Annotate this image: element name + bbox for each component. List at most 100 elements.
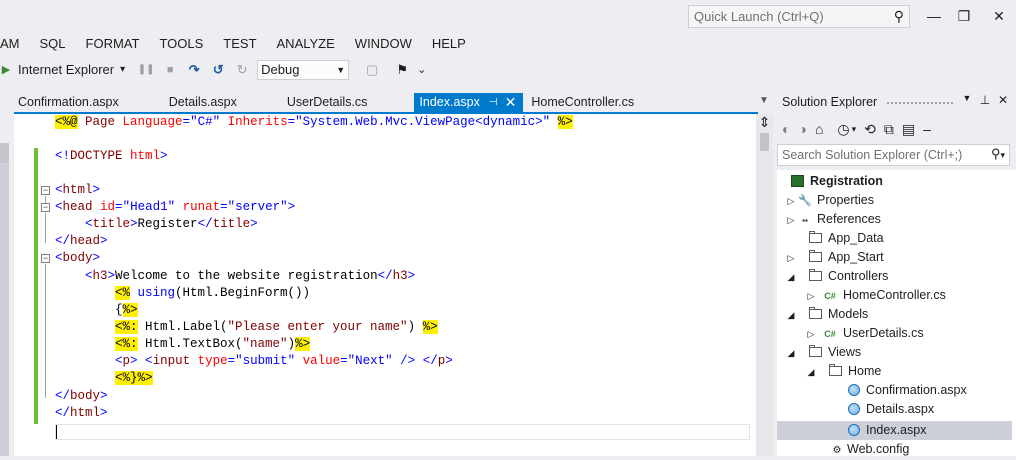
code-punct: < [55,183,63,197]
step-back-icon[interactable]: ↺ [209,59,227,81]
tree-item-controllers[interactable]: ◢ Controllers [785,267,888,286]
pin-icon[interactable]: ⊥ [976,93,994,107]
left-dock-tab[interactable] [0,143,9,163]
close-icon[interactable]: ✕ [505,93,517,112]
fold-toggle-head[interactable]: − [41,203,50,212]
tree-item-views[interactable]: ◢ Views [785,343,861,362]
collapse-icon[interactable]: ◢ [785,268,797,287]
history-icon[interactable]: ◷ [837,121,849,138]
tab-index-aspx[interactable]: Index.aspx ⊣ ✕ [414,93,524,112]
run-target-dropdown-icon[interactable]: ▾ [120,59,125,81]
tab-confirmation-aspx[interactable]: Confirmation.aspx [18,93,119,112]
tree-item-models[interactable]: ◢ Models [785,305,868,324]
tree-item-app-data[interactable]: App_Data [809,229,884,248]
menu-bar: AM SQL FORMAT TOOLS TEST ANALYZE WINDOW … [0,33,476,55]
collapse-icon[interactable]: ◢ [805,363,817,382]
tree-item-details[interactable]: Details.aspx [848,400,934,419]
stop-icon[interactable]: ■ [161,59,179,81]
tree-item-app-start[interactable]: ▷ App_Start [785,248,884,267]
menu-tools[interactable]: TOOLS [149,33,213,55]
split-editor-handle-icon[interactable]: ⇕ [756,114,773,130]
home-icon[interactable]: ⌂ [815,121,823,137]
menu-window[interactable]: WINDOW [345,33,422,55]
back-icon[interactable]: ◐ [782,121,790,137]
cs-code: ) [287,337,296,351]
tab-homecontroller-cs[interactable]: HomeController.cs [531,93,634,112]
attr-name: runat [175,200,221,214]
restart-icon[interactable]: ↻ [233,59,251,81]
tree-item-userdetails[interactable]: ▷ C# UserDetails.cs [805,324,924,343]
tree-item-web-config[interactable]: ⚙ Web.config [829,440,910,459]
quick-launch-box[interactable]: ⚲ [688,5,910,28]
run-target-button[interactable]: Internet Explorer [18,59,114,81]
search-icon[interactable]: ⚲▾ [991,146,1005,162]
tree-item-confirmation[interactable]: Confirmation.aspx [848,381,967,400]
tree-item-label: Details.aspx [866,402,935,416]
tree-item-home[interactable]: ◢ Home [805,362,881,381]
scrollbar-thumb[interactable] [760,133,769,151]
menu-test[interactable]: TEST [213,33,266,55]
code-line-17: </body> [55,388,108,405]
solution-explorer-search[interactable]: ⚲▾ [777,144,1010,166]
tree-item-registration[interactable]: Registration [791,172,883,191]
collapse-icon[interactable]: ◢ [785,344,797,363]
history-dropdown-icon[interactable]: ▾ [852,124,857,135]
solution-explorer-search-input[interactable] [778,145,982,165]
window-position-dropdown-icon[interactable]: ▼ [958,93,976,107]
asp-delimiter: %> [122,303,138,317]
expand-icon[interactable]: ▷ [785,192,797,211]
close-icon[interactable]: ✕ [994,93,1012,107]
tab-label: Index.aspx [419,95,480,109]
toolbar-overflow-icon[interactable]: ⌄ [417,59,426,81]
tree-item-references[interactable]: ▷ ▪▪ References [785,210,881,229]
menu-sql[interactable]: SQL [30,33,76,55]
pin-icon[interactable]: ⊣ [489,93,498,112]
minimize-button[interactable]: — [920,4,948,28]
solution-configuration-select[interactable]: Debug ▼ [257,60,350,80]
properties-icon[interactable]: ‒ [923,121,931,137]
deploy-icon[interactable]: ▢ [363,59,381,81]
find-icon[interactable]: ⚑ [393,59,411,81]
quick-launch-input[interactable] [689,6,884,27]
collapse-all-icon[interactable]: ⧉ [884,121,894,138]
restore-button[interactable]: ❐ [950,4,978,28]
menu-help[interactable]: HELP [422,33,476,55]
search-icon[interactable]: ⚲ [894,8,904,25]
code-line-16: <%}%> [115,370,153,387]
menu-analyze[interactable]: ANALYZE [267,33,345,55]
tree-item-index[interactable]: Index.aspx [777,421,1012,440]
step-over-icon[interactable]: ↷ [185,59,203,81]
directive-name: Page [77,115,123,129]
close-window-button[interactable]: ✕ [985,4,1013,28]
asp-delimiter: <%: [115,320,138,334]
vertical-scrollbar[interactable] [756,114,773,456]
folder-icon [809,345,822,357]
code-punct: </ [55,406,71,420]
tab-userdetails-cs[interactable]: UserDetails.cs [287,93,368,112]
expand-icon[interactable]: ▷ [805,325,817,344]
show-all-files-icon[interactable]: ▤ [902,121,915,138]
sync-icon[interactable]: ⟲ [864,121,876,138]
tab-list-dropdown-icon[interactable]: ▼ [759,95,769,106]
menu-team[interactable]: AM [0,33,30,55]
forward-icon[interactable]: ◑ [798,121,806,137]
collapse-icon[interactable]: ◢ [785,306,797,325]
tree-item-properties[interactable]: ▷ 🔧 Properties [785,191,874,210]
expand-icon[interactable]: ▷ [805,287,817,306]
expand-icon[interactable]: ▷ [785,211,797,230]
tag-name: h3 [392,269,408,283]
tree-item-homecontroller[interactable]: ▷ C# HomeController.cs [805,286,946,305]
panel-grip[interactable] [886,101,954,106]
pause-icon[interactable]: ❚❚ [137,59,155,81]
tab-details-aspx[interactable]: Details.aspx [169,93,237,112]
fold-toggle-body[interactable]: − [41,254,50,263]
menu-format[interactable]: FORMAT [76,33,150,55]
asp-delimiter: <%: [115,337,138,351]
run-icon[interactable]: ▶ [0,59,12,81]
code-punct: > [130,354,138,368]
expand-icon[interactable]: ▷ [785,249,797,268]
fold-toggle-html[interactable]: − [41,186,50,195]
attr-name: Language [122,115,183,129]
cs-string: "Please enter your name" [227,320,408,334]
